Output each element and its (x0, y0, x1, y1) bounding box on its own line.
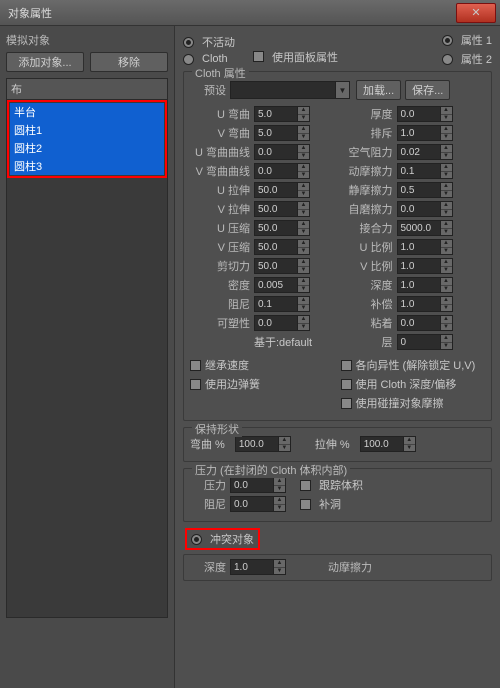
patch-check[interactable]: 补洞 (300, 496, 341, 512)
depth-spinner[interactable]: ▲▼ (397, 277, 453, 293)
repel-spinner[interactable]: ▲▼ (397, 125, 453, 141)
shear-spinner[interactable]: ▲▼ (254, 258, 310, 274)
based-label: 基于:default (254, 334, 312, 350)
checkbox-icon (300, 480, 311, 491)
press-spinner[interactable]: ▲▼ (230, 477, 286, 493)
top-radios: 不活动 Cloth 使用面板属性 属性 1 属性 2 (183, 32, 492, 67)
ucomp-spinner[interactable]: ▲▼ (254, 220, 310, 236)
keep-shape-group: 保持形状 弯曲 % ▲▼ 拉伸 % ▲▼ (183, 427, 492, 462)
collision-radio[interactable]: 冲突对象 (191, 531, 254, 547)
close-icon: ✕ (471, 6, 480, 19)
pressure-group: 压力 (在封闭的 Cloth 体积内部) 压力▲▼ 跟踪体积 阻尼▲▼ 补洞 (183, 468, 492, 522)
vstr-spinner[interactable]: ▲▼ (254, 201, 310, 217)
vscl-spinner[interactable]: ▲▼ (397, 258, 453, 274)
add-object-button[interactable]: 添加对象... (6, 52, 84, 72)
cloth-radio[interactable]: Cloth (183, 53, 235, 65)
cloth-props-group: Cloth 属性 预设 ▼ 加载... 保存... U 弯曲▲▼ V 弯曲▲▼ … (183, 71, 492, 421)
checkbox-icon (341, 379, 352, 390)
keep-legend: 保持形状 (192, 421, 242, 437)
density-spinner[interactable]: ▲▼ (254, 277, 310, 293)
thick-spinner[interactable]: ▲▼ (397, 106, 453, 122)
bottom-group: 深度▲▼ 动摩擦力 (183, 554, 492, 581)
ubendc-spinner[interactable]: ▲▼ (254, 144, 310, 160)
params-grid: U 弯曲▲▼ V 弯曲▲▼ U 弯曲曲线▲▼ V 弯曲曲线▲▼ U 拉伸▲▼ V… (190, 106, 485, 353)
radio-icon (183, 37, 194, 48)
damp-spinner[interactable]: ▲▼ (254, 296, 310, 312)
checkbox-icon (253, 51, 264, 62)
checkbox-icon (300, 499, 311, 510)
checkbox-icon (190, 379, 201, 390)
sim-objects-label: 模拟对象 (6, 32, 168, 48)
vbend-spinner[interactable]: ▲▼ (254, 125, 310, 141)
list-item[interactable]: 半台 (10, 103, 164, 121)
prop2-radio[interactable]: 属性 2 (442, 51, 492, 67)
ubend-spinner[interactable]: ▲▼ (254, 106, 310, 122)
window-title: 对象属性 (0, 5, 52, 21)
vcomp-spinner[interactable]: ▲▼ (254, 239, 310, 255)
checkbox-icon (341, 360, 352, 371)
preset-combo[interactable]: ▼ (230, 81, 350, 99)
close-button[interactable]: ✕ (456, 3, 496, 23)
collision-radio-highlight: 冲突对象 (185, 528, 260, 550)
prop1-radio[interactable]: 属性 1 (442, 32, 492, 48)
selff-spinner[interactable]: ▲▼ (397, 201, 453, 217)
press-legend: 压力 (在封闭的 Cloth 体积内部) (192, 462, 350, 478)
dynf-spinner[interactable]: ▲▼ (397, 163, 453, 179)
save-button[interactable]: 保存... (405, 80, 450, 100)
preset-label: 预设 (190, 82, 230, 98)
press-damp-spinner[interactable]: ▲▼ (230, 496, 286, 512)
statf-spinner[interactable]: ▲▼ (397, 182, 453, 198)
ustr-spinner[interactable]: ▲▼ (254, 182, 310, 198)
list-item[interactable]: 圆柱2 (10, 139, 164, 157)
left-panel: 模拟对象 添加对象... 移除 布 半台 圆柱1 圆柱2 圆柱3 (0, 26, 175, 688)
vbendc-spinner[interactable]: ▲▼ (254, 163, 310, 179)
checkbox-icon (341, 398, 352, 409)
bottom-depth-spinner[interactable]: ▲▼ (230, 559, 286, 575)
list-item[interactable]: 圆柱3 (10, 157, 164, 175)
clothdepth-check[interactable]: 使用 Cloth 深度/偏移 (341, 376, 486, 392)
radio-icon (191, 534, 202, 545)
list-item[interactable]: 圆柱1 (10, 121, 164, 139)
edgespr-check[interactable]: 使用边弹簧 (190, 376, 335, 392)
inherit-check[interactable]: 继承速度 (190, 357, 335, 373)
titlebar: 对象属性 ✕ (0, 0, 500, 26)
chevron-down-icon: ▼ (335, 82, 349, 98)
uscl-spinner[interactable]: ▲▼ (397, 239, 453, 255)
track-check[interactable]: 跟踪体积 (300, 477, 363, 493)
radio-icon (442, 54, 453, 65)
air-spinner[interactable]: ▲▼ (397, 144, 453, 160)
right-panel: 不活动 Cloth 使用面板属性 属性 1 属性 2 Cloth 属性 预设 ▼… (175, 26, 500, 688)
seam-spinner[interactable]: ▲▼ (397, 220, 453, 236)
inactive-radio[interactable]: 不活动 (183, 34, 235, 50)
keep-str-spinner[interactable]: ▲▼ (360, 436, 416, 452)
checkbox-icon (190, 360, 201, 371)
use-panel-check[interactable]: 使用面板属性 (253, 49, 338, 65)
offset-spinner[interactable]: ▲▼ (397, 296, 453, 312)
aniso-check[interactable]: 各向异性 (解除锁定 U,V) (341, 357, 486, 373)
collfric-check[interactable]: 使用碰撞对象摩擦 (341, 395, 486, 411)
layer-spinner[interactable]: ▲▼ (397, 334, 453, 350)
load-button[interactable]: 加载... (356, 80, 401, 100)
cling-spinner[interactable]: ▲▼ (397, 315, 453, 331)
remove-button[interactable]: 移除 (90, 52, 168, 72)
radio-icon (442, 35, 453, 46)
object-list[interactable]: 布 半台 圆柱1 圆柱2 圆柱3 (6, 78, 168, 618)
cloth-legend: Cloth 属性 (192, 65, 249, 81)
selection-highlight: 半台 圆柱1 圆柱2 圆柱3 (7, 100, 167, 178)
keep-bend-spinner[interactable]: ▲▼ (235, 436, 291, 452)
list-header: 布 (7, 79, 167, 100)
radio-icon (183, 54, 194, 65)
main-area: 模拟对象 添加对象... 移除 布 半台 圆柱1 圆柱2 圆柱3 不活动 Clo… (0, 26, 500, 688)
plast-spinner[interactable]: ▲▼ (254, 315, 310, 331)
